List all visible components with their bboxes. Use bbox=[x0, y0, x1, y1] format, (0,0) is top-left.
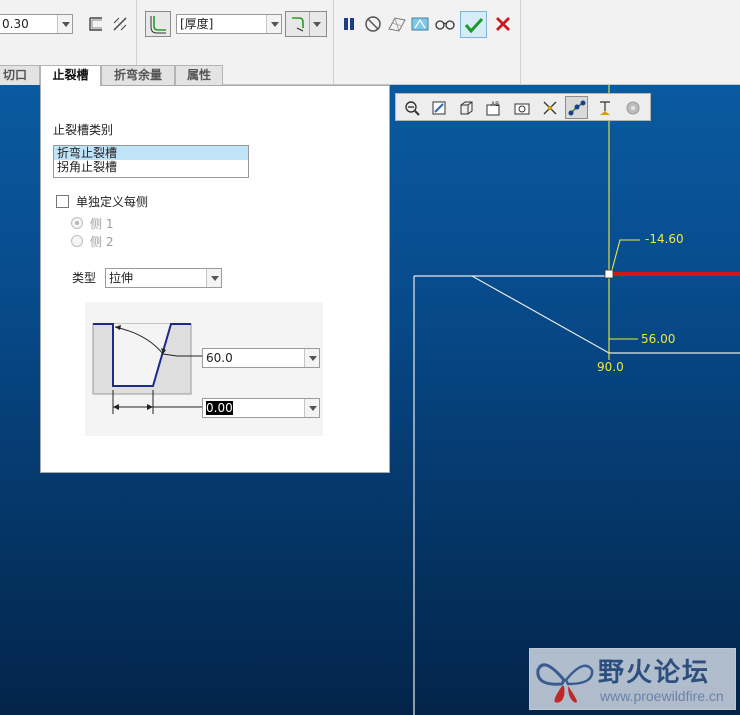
chevron-down-icon[interactable] bbox=[304, 349, 319, 367]
side1-label: 侧 1 bbox=[90, 217, 114, 231]
appearance-icon[interactable] bbox=[621, 96, 644, 119]
model-edge-diagonal bbox=[471, 275, 610, 354]
close-icon[interactable] bbox=[491, 12, 515, 36]
no-preview-icon[interactable] bbox=[361, 12, 385, 36]
angle-combo[interactable]: 60.0 bbox=[202, 348, 320, 368]
dimension-leader-a bbox=[611, 239, 640, 271]
relief-panel: 止裂槽类别 折弯止裂槽 拐角止裂槽 单独定义每侧 侧 1 侧 2 类型 拉伸 6… bbox=[40, 85, 390, 473]
thickness-value: 0.30 bbox=[2, 17, 29, 31]
side-combo-value: [厚度] bbox=[180, 17, 214, 31]
define-each-side-checkbox[interactable] bbox=[56, 195, 69, 208]
tab-bend-allowance[interactable]: 折弯余量 bbox=[101, 65, 175, 85]
chevron-down-icon[interactable] bbox=[57, 15, 72, 33]
toolbar-separator bbox=[520, 0, 521, 85]
bend-corner-icon[interactable] bbox=[145, 11, 171, 37]
svg-text:AB: AB bbox=[491, 101, 499, 108]
watermark-url: www.proewildfire.cn bbox=[600, 688, 724, 704]
named-views-icon[interactable]: AB bbox=[482, 96, 505, 119]
butterfly-logo bbox=[536, 663, 594, 703]
flip-direction-icon[interactable] bbox=[108, 12, 132, 36]
preview-wireframe-icon[interactable] bbox=[385, 12, 409, 36]
feature-dashboard: 0.30 [厚度] 切口 止裂槽 折弯余量 属性 bbox=[0, 0, 740, 86]
bend-type-icon bbox=[292, 17, 304, 32]
check-icon[interactable] bbox=[460, 11, 487, 38]
refit-icon[interactable] bbox=[427, 96, 450, 119]
toolbar-separator bbox=[333, 0, 334, 85]
view-toolbar: AB bbox=[395, 93, 651, 121]
relief-category-label: 止裂槽类别 bbox=[53, 123, 114, 137]
tab-relief[interactable]: 止裂槽 bbox=[40, 65, 101, 86]
side1-radio[interactable] bbox=[71, 217, 83, 229]
datum-display-icon[interactable] bbox=[565, 96, 588, 119]
dimension-a[interactable]: -14.60 bbox=[645, 232, 684, 246]
glasses-icon[interactable] bbox=[433, 12, 457, 36]
watermark-title: 野火论坛 bbox=[598, 658, 711, 688]
chevron-down-icon[interactable] bbox=[266, 15, 281, 33]
drag-handle[interactable] bbox=[604, 269, 614, 279]
tab-properties[interactable]: 属性 bbox=[175, 65, 223, 85]
type-label: 类型 bbox=[72, 271, 97, 285]
dimension-b[interactable]: 56.00 bbox=[641, 332, 675, 346]
chevron-down-icon[interactable] bbox=[304, 399, 319, 417]
annotation-display-icon[interactable] bbox=[593, 96, 616, 119]
repaint-icon[interactable] bbox=[454, 96, 477, 119]
sheet-edge-icon[interactable] bbox=[84, 12, 108, 36]
camera-icon[interactable] bbox=[510, 96, 533, 119]
type-combo[interactable]: 拉伸 bbox=[105, 268, 222, 288]
type-value: 拉伸 bbox=[109, 271, 134, 285]
pause-icon[interactable] bbox=[337, 12, 361, 36]
spin-center-icon[interactable] bbox=[538, 96, 561, 119]
width-combo[interactable]: 0.00 bbox=[202, 398, 320, 418]
list-item[interactable]: 折弯止裂槽 bbox=[54, 146, 248, 160]
width-value: 0.00 bbox=[206, 401, 233, 415]
zoom-out-icon[interactable] bbox=[400, 96, 423, 119]
side2-radio[interactable] bbox=[71, 235, 83, 247]
bend-type-button[interactable] bbox=[285, 11, 327, 37]
angle-value: 60.0 bbox=[206, 351, 233, 365]
preview-shaded-icon[interactable] bbox=[408, 12, 432, 36]
tab-cut[interactable]: 切口 bbox=[0, 65, 40, 85]
forum-watermark: 野火论坛 www.proewildfire.cn bbox=[529, 648, 736, 710]
list-item[interactable]: 拐角止裂槽 bbox=[54, 160, 248, 174]
define-each-side-label: 单独定义每侧 bbox=[76, 195, 149, 209]
relief-category-list[interactable]: 折弯止裂槽 拐角止裂槽 bbox=[53, 145, 249, 178]
chevron-down-icon[interactable] bbox=[206, 269, 221, 287]
side-combo[interactable]: [厚度] bbox=[176, 14, 282, 34]
dimension-c[interactable]: 90.0 bbox=[597, 360, 624, 374]
thickness-combo[interactable]: 0.30 bbox=[0, 14, 73, 34]
side2-label: 侧 2 bbox=[90, 235, 114, 249]
chevron-down-icon[interactable] bbox=[309, 12, 323, 36]
